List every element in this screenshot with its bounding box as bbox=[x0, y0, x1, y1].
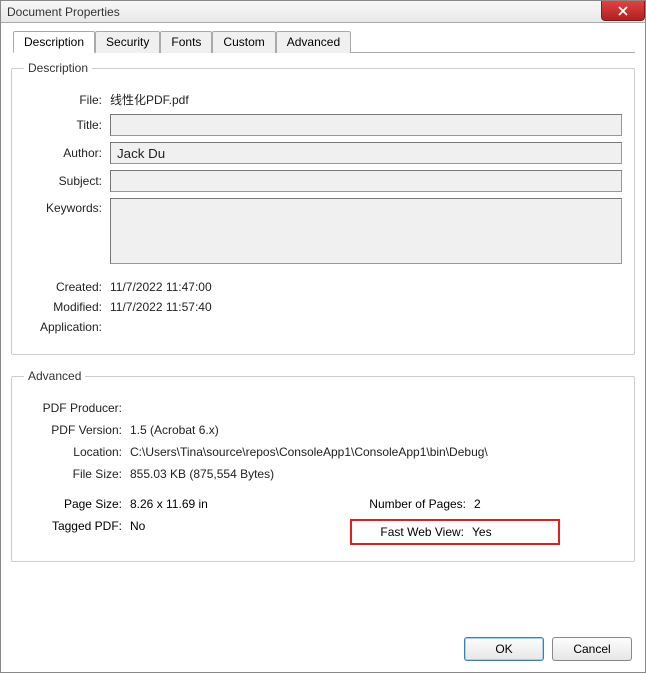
version-value: 1.5 (Acrobat 6.x) bbox=[130, 423, 219, 437]
title-input[interactable] bbox=[110, 114, 622, 136]
subject-input[interactable] bbox=[110, 170, 622, 192]
fastweb-highlight: Fast Web View: Yes bbox=[350, 519, 560, 545]
advanced-legend: Advanced bbox=[24, 369, 85, 383]
author-label: Author: bbox=[24, 146, 110, 160]
tab-custom[interactable]: Custom bbox=[212, 31, 275, 53]
close-icon bbox=[617, 6, 629, 16]
tab-security[interactable]: Security bbox=[95, 31, 160, 53]
description-legend: Description bbox=[24, 61, 92, 75]
pagesize-label: Page Size: bbox=[24, 497, 130, 511]
version-label: PDF Version: bbox=[24, 423, 130, 437]
created-value: 11/7/2022 11:47:00 bbox=[110, 280, 622, 294]
fastweb-value: Yes bbox=[472, 525, 492, 539]
modified-label: Modified: bbox=[24, 300, 110, 314]
location-label: Location: bbox=[24, 445, 130, 459]
titlebar: Document Properties bbox=[1, 1, 645, 23]
created-label: Created: bbox=[24, 280, 110, 294]
tagged-label: Tagged PDF: bbox=[24, 519, 130, 533]
fastweb-label: Fast Web View: bbox=[352, 525, 472, 539]
tagged-value: No bbox=[130, 519, 145, 533]
tab-panel: Description File: 线性化PDF.pdf Title: Auth… bbox=[11, 53, 635, 562]
filesize-value: 855.03 KB (875,554 Bytes) bbox=[130, 467, 274, 481]
tab-fonts[interactable]: Fonts bbox=[160, 31, 212, 53]
keywords-label: Keywords: bbox=[24, 198, 110, 215]
numpages-label: Number of Pages: bbox=[354, 497, 474, 511]
tab-advanced[interactable]: Advanced bbox=[276, 31, 351, 53]
tab-description[interactable]: Description bbox=[13, 31, 95, 53]
advanced-group: Advanced PDF Producer: PDF Version: 1.5 … bbox=[11, 369, 635, 562]
dialog-footer: OK Cancel bbox=[464, 637, 632, 661]
window-title: Document Properties bbox=[7, 5, 120, 19]
producer-label: PDF Producer: bbox=[24, 401, 130, 415]
file-label: File: bbox=[24, 93, 110, 107]
location-value: C:\Users\Tina\source\repos\ConsoleApp1\C… bbox=[130, 445, 488, 459]
title-label: Title: bbox=[24, 118, 110, 132]
application-label: Application: bbox=[24, 320, 110, 334]
author-input[interactable] bbox=[110, 142, 622, 164]
description-group: Description File: 线性化PDF.pdf Title: Auth… bbox=[11, 61, 635, 355]
modified-value: 11/7/2022 11:57:40 bbox=[110, 300, 622, 314]
close-button[interactable] bbox=[601, 1, 645, 21]
ok-button[interactable]: OK bbox=[464, 637, 544, 661]
subject-label: Subject: bbox=[24, 174, 110, 188]
numpages-value: 2 bbox=[474, 497, 481, 511]
tab-bar: Description Security Fonts Custom Advanc… bbox=[13, 31, 635, 53]
pagesize-value: 8.26 x 11.69 in bbox=[130, 497, 208, 511]
filesize-label: File Size: bbox=[24, 467, 130, 481]
keywords-input[interactable] bbox=[110, 198, 622, 264]
dialog-content: Description Security Fonts Custom Advanc… bbox=[1, 23, 645, 586]
cancel-button[interactable]: Cancel bbox=[552, 637, 632, 661]
file-value: 线性化PDF.pdf bbox=[110, 91, 622, 108]
